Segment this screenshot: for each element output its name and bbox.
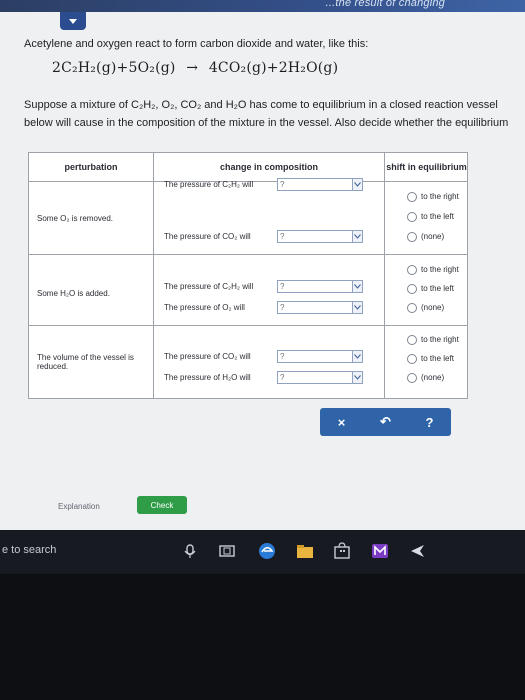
change-column: change in composition The pressure of C₂… xyxy=(153,153,384,398)
windows-taskbar: e to search xyxy=(0,530,525,574)
radio-label: to the left xyxy=(421,354,454,363)
top-header-bar: ...the result of changing xyxy=(0,0,525,12)
undo-button[interactable]: ↶ xyxy=(364,408,407,436)
app-m-icon[interactable] xyxy=(368,539,392,563)
equation-products: 4CO₂(g)+2H₂O(g) xyxy=(208,60,339,76)
pressure-select[interactable]: ? xyxy=(277,280,363,293)
radio-label: to the left xyxy=(421,284,454,293)
paragraph-line-2: below will cause in the composition of t… xyxy=(24,117,509,129)
file-explorer-icon[interactable] xyxy=(293,539,317,563)
radio-label: (none) xyxy=(421,303,445,312)
change-label: The pressure of C₂H₂ will xyxy=(164,282,254,291)
app-arrow-icon[interactable] xyxy=(406,539,430,563)
radio-label: (none) xyxy=(421,373,445,382)
radio-button[interactable] xyxy=(407,212,417,222)
radio-button[interactable] xyxy=(407,265,417,275)
radio-button[interactable] xyxy=(407,303,417,313)
perturbation-text: Some O₂ is removed. xyxy=(37,214,114,223)
shift-column: shift in equilibrium to the right to the… xyxy=(384,153,468,398)
radio-label: to the left xyxy=(421,212,454,221)
pressure-select[interactable]: ? xyxy=(277,350,363,363)
chevron-down-icon xyxy=(69,18,77,24)
radio-button[interactable] xyxy=(407,373,417,383)
undo-icon: ↶ xyxy=(380,414,391,429)
chevron-down-icon xyxy=(354,354,361,359)
select-arrow xyxy=(352,231,362,242)
select-value: ? xyxy=(280,352,285,361)
pressure-select[interactable]: ? xyxy=(277,371,363,384)
collapse-tab[interactable] xyxy=(60,12,86,30)
task-view-icon[interactable] xyxy=(215,539,239,563)
change-row: The pressure of C₂H₂ will ? xyxy=(164,280,374,294)
select-value: ? xyxy=(280,232,285,241)
select-value: ? xyxy=(280,303,285,312)
answer-toolbar: × ↶ ? xyxy=(320,408,451,436)
help-button[interactable]: ? xyxy=(408,408,451,436)
pressure-select[interactable]: ? xyxy=(277,230,363,243)
app-screen: ...the result of changing Acetylene and … xyxy=(0,0,525,530)
edge-browser-icon[interactable] xyxy=(255,539,279,563)
radio-label: to the right xyxy=(421,192,459,201)
chevron-down-icon xyxy=(354,305,361,310)
change-label: The pressure of CO₂ will xyxy=(164,232,251,241)
perturbation-text: Some H₂O is added. xyxy=(37,289,110,298)
perturbation-table: perturbation Some O₂ is removed. Some H₂… xyxy=(28,152,468,399)
equation-arrow: → xyxy=(186,60,199,76)
close-icon: × xyxy=(337,414,346,430)
radio-button[interactable] xyxy=(407,354,417,364)
row-divider xyxy=(29,254,467,255)
select-arrow xyxy=(352,372,362,383)
pressure-select[interactable]: ? xyxy=(277,301,363,314)
taskbar-search[interactable]: e to search xyxy=(2,544,56,556)
select-value: ? xyxy=(280,373,285,382)
change-row: The pressure of CO₂ will ? xyxy=(164,230,374,244)
select-arrow xyxy=(352,302,362,313)
check-button[interactable]: Check xyxy=(137,496,187,514)
chevron-down-icon xyxy=(354,234,361,239)
clear-button[interactable]: × xyxy=(320,408,363,436)
radio-label: to the right xyxy=(421,335,459,344)
select-arrow xyxy=(352,281,362,292)
question-paragraph: Suppose a mixture of C₂H₂, O₂, CO₂ and H… xyxy=(24,96,525,132)
explanation-button[interactable]: Explanation xyxy=(58,502,100,511)
pressure-select[interactable]: ? xyxy=(277,178,363,191)
select-value: ? xyxy=(280,180,285,189)
chemical-equation: 2C₂H₂(g)+5O₂(g) → 4CO₂(g)+2H₂O(g) xyxy=(52,60,338,76)
select-arrow xyxy=(352,351,362,362)
change-row: The pressure of H₂O will ? xyxy=(164,371,374,385)
radio-button[interactable] xyxy=(407,284,417,294)
paragraph-line-1: Suppose a mixture of C₂H₂, O₂, CO₂ and H… xyxy=(24,99,498,111)
change-label: The pressure of H₂O will xyxy=(164,373,251,382)
row-divider xyxy=(29,325,467,326)
change-label: The pressure of C₂H₂ will xyxy=(164,180,254,189)
store-icon[interactable] xyxy=(330,539,354,563)
question-prompt: Acetylene and oxygen react to form carbo… xyxy=(24,38,369,50)
change-label: The pressure of CO₂ will xyxy=(164,352,251,361)
perturbation-column: perturbation Some O₂ is removed. Some H₂… xyxy=(29,153,153,398)
perturbation-text: The volume of the vessel is reduced. xyxy=(37,353,134,371)
select-value: ? xyxy=(280,282,285,291)
microphone-icon[interactable] xyxy=(178,539,202,563)
change-row: The pressure of O₂ will ? xyxy=(164,301,374,315)
chevron-down-icon xyxy=(354,375,361,380)
radio-label: (none) xyxy=(421,232,445,241)
header-perturbation: perturbation xyxy=(29,153,153,182)
change-row: The pressure of CO₂ will ? xyxy=(164,350,374,364)
change-label: The pressure of O₂ will xyxy=(164,303,245,312)
radio-button[interactable] xyxy=(407,335,417,345)
help-icon: ? xyxy=(425,414,434,430)
header-title: ...the result of changing xyxy=(325,0,445,9)
change-row: The pressure of C₂H₂ will ? xyxy=(164,178,374,192)
radio-label: to the right xyxy=(421,265,459,274)
chevron-down-icon xyxy=(354,182,361,187)
radio-button[interactable] xyxy=(407,192,417,202)
select-arrow xyxy=(352,179,362,190)
chevron-down-icon xyxy=(354,284,361,289)
radio-button[interactable] xyxy=(407,232,417,242)
equation-reactants: 2C₂H₂(g)+5O₂(g) xyxy=(52,60,176,76)
header-shift: shift in equilibrium xyxy=(385,153,468,182)
